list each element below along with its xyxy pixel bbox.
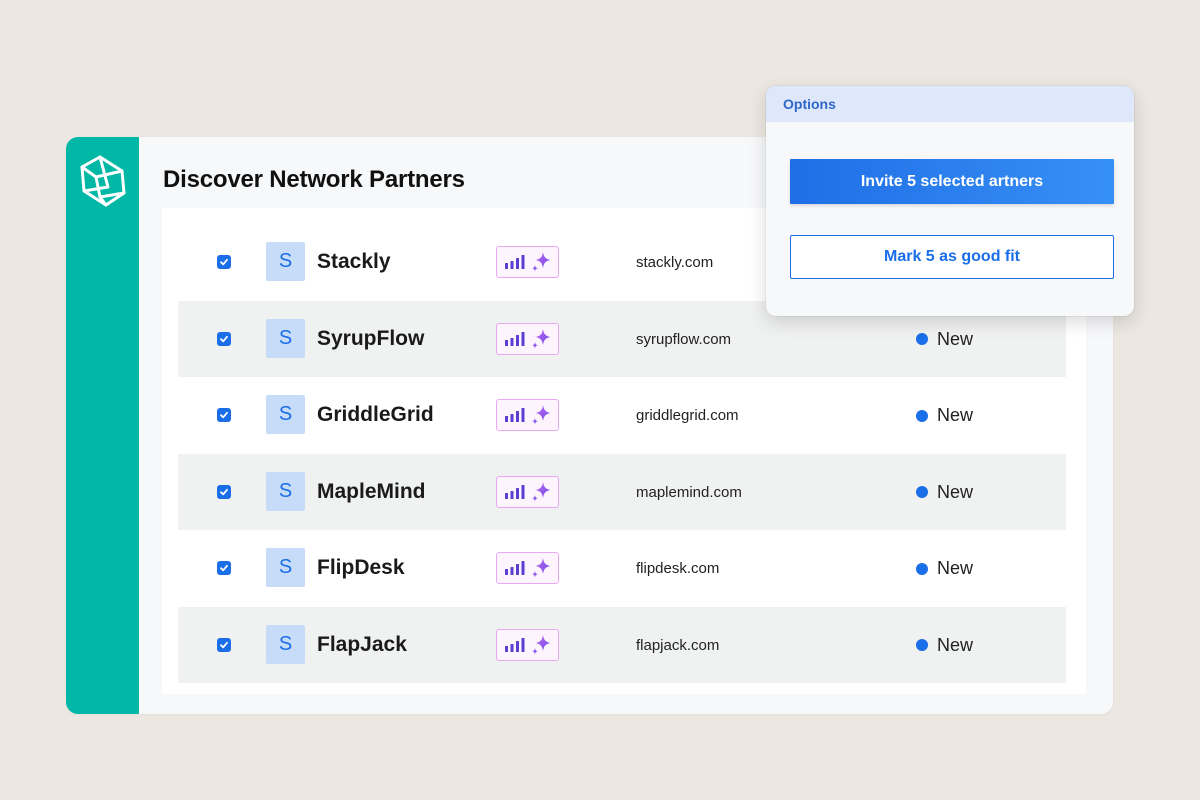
row-checkbox[interactable] — [217, 408, 231, 422]
status-dot-icon — [916, 333, 928, 345]
fit-score-badge — [496, 322, 559, 355]
sparkle-icon — [531, 558, 550, 578]
sparkle-icon — [531, 634, 550, 654]
status-badge: New — [916, 405, 973, 426]
partner-domain[interactable]: flapjack.com — [636, 637, 719, 654]
partner-avatar: S — [266, 242, 305, 281]
fit-score-badge — [496, 399, 559, 431]
partner-domain[interactable]: maplemind.com — [636, 484, 742, 501]
status-dot-icon — [916, 486, 928, 498]
signal-bars-icon — [504, 255, 524, 269]
row-checkbox[interactable] — [217, 484, 231, 499]
table-row[interactable]: S GriddleGrid griddlegrid.com New — [178, 377, 1066, 453]
options-panel: Options Invite 5 selected artners Mark 5… — [766, 86, 1134, 316]
status-label: New — [937, 558, 974, 578]
signal-bars-icon — [504, 331, 524, 346]
partner-avatar: S — [266, 318, 305, 358]
row-checkbox[interactable] — [217, 561, 231, 575]
partner-name[interactable]: GriddleGrid — [317, 403, 434, 427]
partner-avatar: S — [266, 395, 305, 434]
table-row[interactable]: S FlipDesk flipdesk.com New — [178, 530, 1066, 606]
fit-score-badge — [496, 246, 559, 278]
status-label: New — [937, 481, 974, 502]
checkmark-icon — [220, 641, 228, 648]
checkmark-icon — [220, 411, 228, 419]
signal-bars-icon — [504, 637, 524, 652]
partner-domain[interactable]: griddlegrid.com — [636, 407, 739, 424]
sparkle-icon — [531, 252, 550, 272]
partner-name[interactable]: SyrupFlow — [317, 327, 424, 351]
status-badge: New — [916, 329, 973, 350]
sparkle-icon — [531, 405, 550, 425]
invite-selected-button[interactable]: Invite 5 selected artners — [790, 159, 1114, 204]
checkmark-icon — [220, 335, 228, 342]
signal-bars-icon — [504, 408, 524, 422]
partner-avatar: S — [266, 624, 305, 664]
page-title: Discover Network Partners — [163, 166, 465, 193]
partner-name[interactable]: FlapJack — [317, 633, 407, 657]
checkmark-icon — [220, 488, 228, 495]
partner-avatar: S — [266, 471, 305, 511]
status-badge: New — [916, 482, 973, 503]
partner-name[interactable]: MapleMind — [317, 480, 426, 504]
signal-bars-icon — [504, 561, 524, 575]
partner-domain[interactable]: stackly.com — [636, 254, 713, 271]
cube-logo-icon[interactable] — [78, 153, 128, 209]
status-dot-icon — [916, 562, 928, 575]
partner-name[interactable]: Stackly — [317, 250, 391, 274]
row-checkbox[interactable] — [217, 255, 231, 269]
fit-score-badge — [496, 552, 559, 584]
mark-good-fit-button[interactable]: Mark 5 as good fit — [790, 235, 1114, 279]
sidebar-rail — [66, 137, 139, 714]
status-badge: New — [916, 635, 973, 656]
sparkle-icon — [531, 481, 550, 501]
status-label: New — [937, 405, 974, 425]
sparkle-icon — [531, 328, 550, 348]
table-row[interactable]: S MapleMind maplemind.com New — [178, 453, 1066, 530]
fit-score-badge — [496, 475, 559, 508]
signal-bars-icon — [504, 484, 524, 499]
status-dot-icon — [916, 639, 928, 651]
partner-avatar: S — [266, 548, 305, 587]
checkmark-icon — [220, 258, 228, 266]
status-badge: New — [916, 558, 973, 579]
table-row[interactable]: S FlapJack flapjack.com New — [178, 606, 1066, 683]
row-checkbox[interactable] — [217, 331, 231, 346]
partner-domain[interactable]: syrupflow.com — [636, 331, 731, 348]
partner-domain[interactable]: flipdesk.com — [636, 560, 719, 577]
partner-name[interactable]: FlipDesk — [317, 556, 405, 580]
row-checkbox[interactable] — [217, 637, 231, 652]
status-dot-icon — [916, 409, 928, 422]
status-label: New — [937, 328, 974, 349]
fit-score-badge — [496, 628, 559, 661]
status-label: New — [937, 634, 974, 655]
options-header: Options — [766, 86, 1134, 122]
checkmark-icon — [220, 564, 228, 572]
